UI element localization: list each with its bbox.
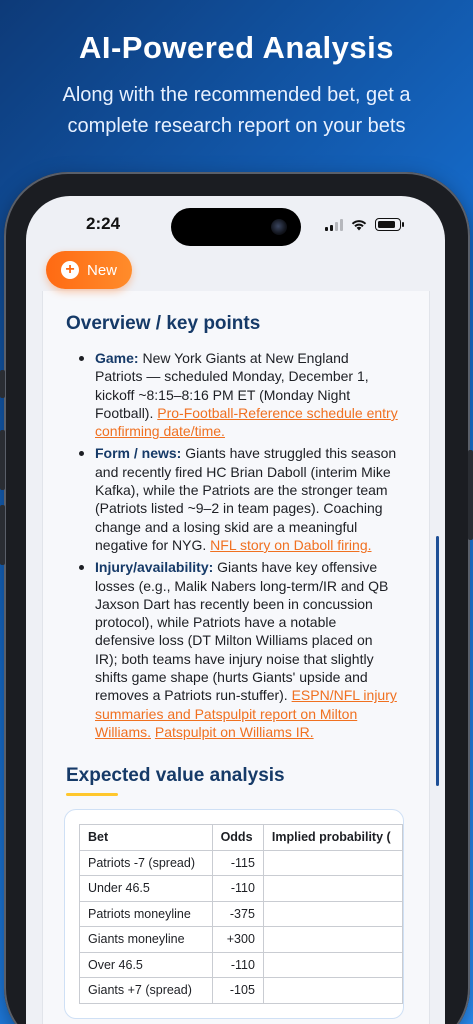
table-row: Under 46.5 -110: [79, 875, 403, 902]
scrollbar[interactable]: [436, 536, 439, 786]
new-button[interactable]: + New: [46, 251, 132, 289]
implied-cell: [262, 926, 403, 953]
table-row: Patriots -7 (spread) -115: [79, 849, 403, 876]
key-points-list: Game: New York Giants at New England Pat…: [73, 349, 398, 741]
hero-title: AI-Powered Analysis: [78, 30, 394, 65]
status-icons: [325, 218, 404, 231]
table-header-row: Bet Odds Implied probability (: [79, 824, 403, 851]
item-label: Injury/availability:: [95, 559, 214, 576]
signal-icon: [325, 218, 343, 231]
bet-cell: Patriots moneyline: [79, 900, 213, 927]
column-header: Implied probability (: [262, 824, 403, 851]
odds-cell: -375: [211, 900, 264, 927]
new-button-label: New: [87, 261, 118, 279]
odds-cell: -110: [211, 875, 264, 902]
overview-heading: Overview / key points: [66, 313, 261, 334]
source-link[interactable]: Patspulpit on Williams IR.: [155, 724, 314, 740]
odds-cell: -110: [211, 951, 264, 978]
hero-subtitle: Along with the recommended bet, get a co…: [62, 84, 411, 137]
bet-cell: Giants +7 (spread): [79, 977, 213, 1004]
battery-icon: [375, 218, 404, 231]
heading-underline: [66, 793, 118, 796]
column-header: Odds: [211, 824, 264, 851]
table-row: Giants moneyline +300: [79, 926, 403, 953]
status-time: 2:24: [86, 214, 121, 233]
plus-icon: +: [61, 261, 79, 279]
phone-side-button: [0, 370, 5, 398]
item-label: Game:: [95, 350, 139, 366]
implied-cell: [262, 900, 403, 927]
implied-cell: [262, 849, 403, 876]
table-row: Patriots moneyline -375: [79, 900, 403, 927]
implied-cell: [262, 875, 403, 902]
table-row: Over 46.5 -110: [79, 951, 403, 978]
report-card: Overview / key points Game: New York Gia…: [42, 291, 430, 1024]
odds-cell: -105: [211, 977, 264, 1004]
odds-cell: -115: [211, 849, 264, 876]
bet-cell: Giants moneyline: [79, 926, 213, 953]
table-row: Giants +7 (spread) -105: [79, 977, 403, 1004]
implied-cell: [262, 977, 403, 1004]
list-item: Game: New York Giants at New England Pat…: [73, 349, 398, 440]
phone-side-button: [468, 450, 473, 540]
ev-table-card: Bet Odds Implied probability ( Patriots …: [64, 809, 404, 1019]
list-item: Injury/availability: Giants have key off…: [73, 558, 398, 741]
ev-heading: Expected value analysis: [66, 765, 285, 786]
item-text: Giants have key offensive losses (e.g., …: [95, 559, 389, 704]
item-label: Form / news:: [95, 445, 182, 462]
source-link[interactable]: NFL story on Daboll firing.: [210, 537, 371, 553]
bet-cell: Under 46.5: [79, 875, 213, 902]
bet-cell: Over 46.5: [79, 951, 213, 978]
implied-cell: [262, 951, 403, 978]
dynamic-island: [171, 208, 301, 246]
phone-screen: 2:24 Overview / key points Game: New Yor…: [26, 196, 445, 1024]
camera-icon: [271, 219, 287, 235]
column-header: Bet: [79, 824, 213, 851]
list-item: Form / news: Giants have struggled this …: [73, 444, 398, 554]
odds-cell: +300: [211, 926, 264, 953]
phone-side-button: [0, 430, 5, 490]
wifi-icon: [351, 220, 367, 231]
ev-table: Bet Odds Implied probability ( Patriots …: [79, 824, 403, 1004]
phone-side-button: [0, 505, 5, 565]
bet-cell: Patriots -7 (spread): [79, 849, 213, 876]
